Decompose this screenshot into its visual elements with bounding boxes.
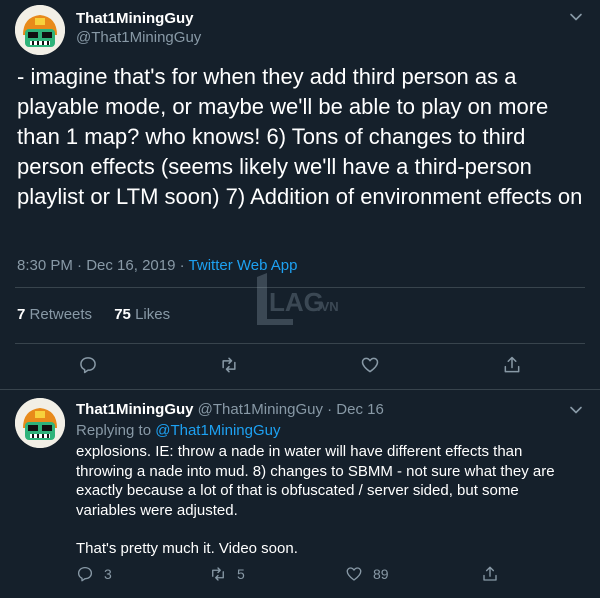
reply-icon[interactable] — [78, 355, 98, 375]
retweet-action[interactable]: 5 — [209, 564, 245, 584]
meta-separator: · — [77, 257, 83, 274]
tweet-date[interactable]: Dec 16, 2019 — [86, 257, 175, 274]
like-icon[interactable] — [360, 355, 380, 375]
likes-stat[interactable]: 75 Likes — [114, 306, 170, 323]
likes-label: Likes — [135, 306, 171, 323]
reply-actions: 3 5 89 — [76, 564, 586, 586]
avatar-miner-icon — [15, 5, 65, 55]
avatar-miner-icon — [15, 398, 65, 448]
reply-paragraph: That's pretty much it. Video soon. — [76, 540, 298, 557]
divider — [15, 343, 585, 344]
chevron-down-icon[interactable] — [569, 403, 583, 417]
author-name[interactable]: That1MiningGuy — [76, 10, 194, 27]
retweet-icon[interactable] — [219, 355, 239, 375]
tweet-text: - imagine that's for when they add third… — [17, 64, 583, 209]
retweet-icon — [212, 567, 224, 581]
main-tweet: That1MiningGuy @That1MiningGuy - imagine… — [0, 0, 600, 390]
retweet-count: 5 — [237, 566, 245, 582]
retweets-count: 7 — [17, 306, 26, 323]
watermark-logo: LAG .VN — [253, 271, 349, 327]
replying-handle-link[interactable]: @That1MiningGuy — [155, 422, 280, 439]
reply-date[interactable]: Dec 16 — [336, 401, 384, 418]
share-icon[interactable] — [502, 355, 522, 375]
replying-prefix: Replying to — [76, 422, 152, 439]
share-action[interactable] — [481, 564, 509, 584]
reply-count: 3 — [104, 566, 112, 582]
meta-separator: · — [179, 257, 185, 274]
reply-text: explosions. IE: throw a nade in water wi… — [76, 442, 581, 559]
replying-to: Replying to @That1MiningGuy — [76, 422, 281, 439]
watermark-suffix-text: .VN — [317, 299, 339, 314]
reply-author-name[interactable]: That1MiningGuy — [76, 401, 194, 418]
reply-header: That1MiningGuy @That1MiningGuy · Dec 16 — [76, 401, 384, 418]
avatar[interactable] — [15, 5, 65, 55]
reply-author-handle[interactable]: @That1MiningGuy — [198, 401, 323, 418]
tweet-time[interactable]: 8:30 PM — [17, 257, 73, 274]
reply-icon — [77, 566, 93, 582]
reply-action[interactable]: 3 — [76, 564, 112, 584]
like-icon — [346, 567, 362, 581]
watermark-main-text: LAG — [269, 287, 324, 317]
meta-separator: · — [327, 401, 333, 418]
avatar[interactable] — [15, 398, 65, 448]
retweets-stat[interactable]: 7 Retweets — [17, 306, 92, 323]
likes-count: 75 — [114, 306, 131, 323]
like-count: 89 — [373, 566, 389, 582]
share-icon — [483, 566, 497, 581]
chevron-down-icon[interactable] — [569, 10, 583, 24]
like-action[interactable]: 89 — [345, 564, 389, 584]
author-handle[interactable]: @That1MiningGuy — [76, 29, 201, 46]
retweets-label: Retweets — [29, 306, 93, 323]
tweet-stats: 7 Retweets 75 Likes — [17, 306, 188, 323]
reply-paragraph: explosions. IE: throw a nade in water wi… — [76, 443, 555, 519]
